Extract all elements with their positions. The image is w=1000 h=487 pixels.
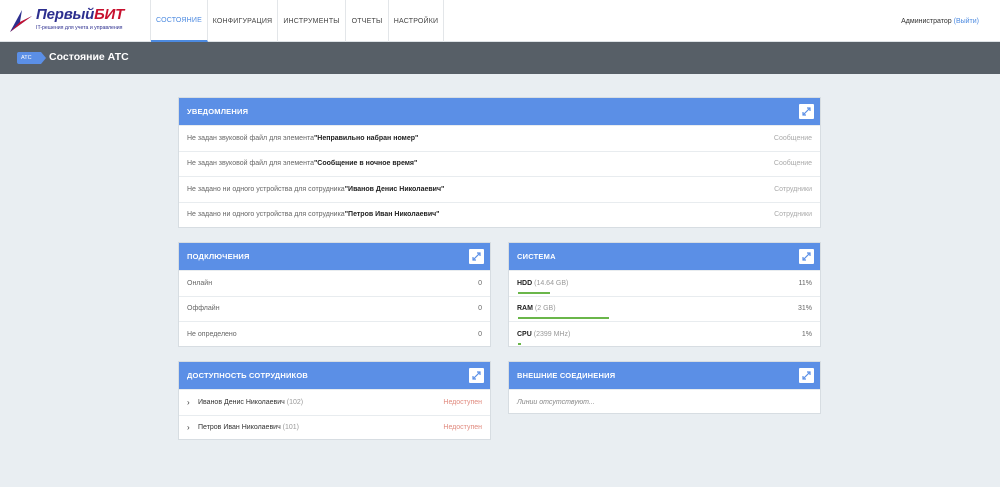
expand-button[interactable] bbox=[469, 368, 484, 383]
expand-button[interactable] bbox=[469, 249, 484, 264]
nav-configuration[interactable]: КОНФИГУРАЦИЯ bbox=[208, 0, 278, 42]
connection-row-offline: Оффлайн 0 bbox=[179, 295, 490, 322]
availability-panel: ДОСТУПНОСТЬ СОТРУДНИКОВ › Иванов Денис Ни… bbox=[178, 361, 491, 440]
brand-name: ПервыйБИТ bbox=[36, 6, 125, 23]
nav-reports[interactable]: ОТЧЕТЫ bbox=[346, 0, 389, 42]
connection-row-online: Онлайн 0 bbox=[179, 270, 490, 296]
section-badge: АТС bbox=[17, 52, 46, 64]
user-name: Администратор bbox=[901, 18, 952, 25]
system-header: СИСТЕМА bbox=[509, 243, 820, 270]
system-title: СИСТЕМА bbox=[517, 252, 556, 261]
expand-button[interactable] bbox=[799, 249, 814, 264]
chevron-right-icon: › bbox=[187, 423, 190, 433]
availability-title: ДОСТУПНОСТЬ СОТРУДНИКОВ bbox=[187, 371, 308, 380]
system-row-ram: RAM (2 GB) 31% bbox=[509, 295, 820, 322]
user-info: Администратор (Выйти) bbox=[901, 18, 979, 25]
notification-row[interactable]: Не задано ни одного устройства для сотру… bbox=[179, 201, 820, 228]
system-row-hdd: HDD (14.64 GB) 11% bbox=[509, 270, 820, 296]
main-nav: СОСТОЯНИЕ КОНФИГУРАЦИЯ ИНСТРУМЕНТЫ ОТЧЕТ… bbox=[150, 0, 444, 42]
notification-row[interactable]: Не задан звуковой файл для элемента "Неп… bbox=[179, 125, 820, 151]
cpu-usage-bar bbox=[518, 342, 521, 345]
connections-header: ПОДКЛЮЧЕНИЯ bbox=[179, 243, 490, 270]
expand-icon bbox=[472, 252, 481, 261]
notifications-header: УВЕДОМЛЕНИЯ bbox=[179, 98, 820, 125]
expand-icon bbox=[472, 371, 481, 380]
expand-icon bbox=[802, 371, 811, 380]
page-title: Состояние АТС bbox=[49, 51, 129, 63]
notification-row[interactable]: Не задан звуковой файл для элемента "Соо… bbox=[179, 150, 820, 177]
brand-tagline: IT-решения для учета и управления bbox=[36, 25, 123, 31]
chevron-right-icon: › bbox=[187, 397, 190, 407]
connections-title: ПОДКЛЮЧЕНИЯ bbox=[187, 252, 250, 261]
nav-tools[interactable]: ИНСТРУМЕНТЫ bbox=[278, 0, 346, 42]
hdd-usage-bar bbox=[518, 291, 550, 294]
expand-icon bbox=[802, 107, 811, 116]
top-bar: ПервыйБИТ IT-решения для учета и управле… bbox=[0, 0, 1000, 42]
employee-row[interactable]: › Петров Иван Николаевич (101) Недоступен bbox=[179, 414, 490, 441]
external-empty-row: Линии отсутствуют... bbox=[509, 389, 820, 415]
availability-header: ДОСТУПНОСТЬ СОТРУДНИКОВ bbox=[179, 362, 490, 389]
external-connections-panel: ВНЕШНИЕ СОЕДИНЕНИЯ Линии отсутствуют... bbox=[508, 361, 821, 414]
system-row-cpu: CPU (2399 MHz) 1% bbox=[509, 321, 820, 347]
notification-row[interactable]: Не задано ни одного устройства для сотру… bbox=[179, 176, 820, 202]
nav-status[interactable]: СОСТОЯНИЕ bbox=[151, 0, 208, 42]
connections-panel: ПОДКЛЮЧЕНИЯ Онлайн 0 Оффлайн 0 Не определе… bbox=[178, 242, 491, 347]
expand-button[interactable] bbox=[799, 368, 814, 383]
ram-usage-bar bbox=[518, 317, 609, 319]
employee-row[interactable]: › Иванов Денис Николаевич (102) Недоступен bbox=[179, 389, 490, 415]
external-header: ВНЕШНИЕ СОЕДИНЕНИЯ bbox=[509, 362, 820, 389]
connection-row-unknown: Не определено 0 bbox=[179, 321, 490, 347]
notifications-title: УВЕДОМЛЕНИЯ bbox=[187, 107, 249, 116]
system-panel: СИСТЕМА HDD (14.64 GB) 11% RAM (2 GB) 31% … bbox=[508, 242, 821, 347]
logout-link[interactable]: (Выйти) bbox=[954, 18, 979, 25]
logo[interactable]: ПервыйБИТ IT-решения для учета и управле… bbox=[8, 6, 150, 36]
expand-icon bbox=[802, 252, 811, 261]
notifications-panel: УВЕДОМЛЕНИЯ Не задан звуковой файл для э… bbox=[178, 97, 821, 228]
title-bar: АТС Состояние АТС bbox=[0, 42, 1000, 74]
nav-settings[interactable]: НАСТРОЙКИ bbox=[389, 0, 444, 42]
expand-button[interactable] bbox=[799, 104, 814, 119]
logo-icon bbox=[10, 10, 32, 32]
external-title: ВНЕШНИЕ СОЕДИНЕНИЯ bbox=[517, 371, 616, 380]
